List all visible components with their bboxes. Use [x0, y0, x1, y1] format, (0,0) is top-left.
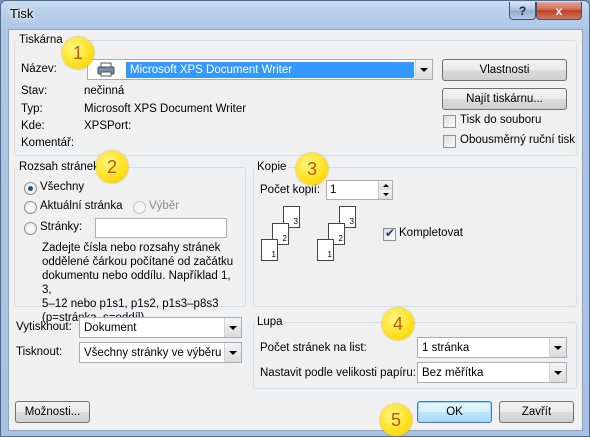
copies-count-spinner[interactable]: 1 [326, 180, 393, 200]
pages-per-sheet-select[interactable]: 1 stránka [417, 337, 567, 358]
help-button[interactable]: ? [509, 2, 536, 20]
status-value: nečinná [84, 85, 125, 97]
print-to-file-checkbox[interactable] [443, 115, 456, 128]
all-pages-label[interactable]: Všechny [40, 181, 84, 193]
selection-label: Výběr [149, 200, 180, 212]
pages-input[interactable] [95, 218, 227, 238]
window-title: Tisk [10, 6, 34, 21]
dialog-body: Tiskárna Název: Microsoft XPS Document W… [8, 29, 583, 431]
print-label: Tisknout: [16, 346, 63, 358]
printer-name-label: Název: [21, 63, 57, 75]
collate-label[interactable]: Kompletovat [399, 227, 463, 239]
help-line: oddělené čárkou počítané od začátku [42, 256, 234, 268]
radio-current-page[interactable] [24, 201, 37, 214]
print-what-select[interactable]: Dokument [79, 317, 242, 338]
pages-per-sheet-value: 1 stránka [422, 341, 470, 354]
pages-label[interactable]: Stránky: [40, 221, 82, 233]
current-page-label[interactable]: Aktuální stránka [40, 200, 122, 212]
print-select[interactable]: Všechny stránky ve výběru [79, 342, 242, 363]
copies-count-label: Počet kopií: [260, 184, 321, 196]
chevron-down-icon[interactable] [549, 338, 566, 357]
print-what-label: Vytisknout: [16, 321, 72, 333]
pages-per-sheet-label: Počet stránek na list: [260, 342, 367, 354]
chevron-down-icon[interactable] [415, 60, 432, 79]
chevron-down-icon[interactable] [224, 318, 241, 337]
copies-count-value: 1 [330, 184, 337, 196]
where-label: Kde: [21, 120, 45, 132]
zoom-title: Lupa [255, 316, 285, 328]
options-button[interactable]: Možnosti... [15, 401, 90, 423]
page-icon: 1 [261, 239, 278, 261]
callout-badge: 4 [382, 308, 414, 340]
scale-to-paper-select[interactable]: Bez měřítka [417, 362, 567, 383]
chevron-down-icon[interactable] [224, 343, 241, 362]
scale-to-paper-label: Nastavit podle velikosti papíru: [260, 367, 416, 379]
status-label: Stav: [21, 85, 48, 97]
radio-selection [133, 201, 146, 214]
page-icon: 1 [317, 239, 334, 261]
callout-badge: 1 [62, 37, 94, 69]
title-bar[interactable]: Tisk ? x [1, 1, 589, 29]
duplex-label[interactable]: Obousměrný ruční tisk [460, 134, 575, 146]
callout-badge: 2 [96, 151, 128, 183]
help-line: 5–12 nebo p1s1, p1s2, p1s3–p8s3 [42, 298, 219, 310]
print-what-value: Dokument [84, 321, 137, 334]
callout-badge: 3 [296, 153, 328, 185]
close-button[interactable]: Zavřít [499, 401, 574, 423]
type-value: Microsoft XPS Document Writer [84, 103, 247, 115]
find-printer-button[interactable]: Najít tiskárnu... [442, 88, 567, 110]
properties-button[interactable]: Vlastnosti [442, 59, 567, 81]
help-line: Zadejte čísla nebo rozsahy stránek [42, 242, 221, 254]
copies-title: Kopie [255, 161, 289, 173]
ok-button[interactable]: OK [417, 401, 492, 423]
print-dialog-window: Tisk ? x Tiskárna Název: Microsoft XPS D… [0, 0, 590, 437]
page-range-help: Zadejte čísla nebo rozsahy stránek odděl… [42, 241, 242, 325]
chevron-down-icon[interactable] [549, 363, 566, 382]
collated-pages-illustration: 3 2 1 [317, 206, 367, 268]
close-window-button[interactable]: x [536, 2, 582, 20]
help-line: dokumentu nebo oddílu. Například 1, 3, [42, 270, 231, 296]
duplex-checkbox[interactable] [443, 135, 456, 148]
printer-icon [97, 62, 115, 77]
collated-pages-illustration: 3 2 1 [261, 206, 311, 268]
radio-all-pages[interactable] [24, 182, 37, 195]
printer-group-title: Tiskárna [17, 34, 65, 46]
type-label: Typ: [21, 103, 43, 115]
radio-pages[interactable] [24, 222, 37, 235]
spin-down-icon[interactable] [378, 190, 392, 199]
collate-checkbox[interactable] [383, 226, 396, 241]
where-value: XPSPort: [84, 120, 132, 132]
printer-name-select[interactable]: Microsoft XPS Document Writer [87, 59, 433, 80]
print-value: Všechny stránky ve výběru [84, 346, 222, 359]
scale-to-paper-value: Bez měřítka [422, 366, 484, 379]
page-range-title: Rozsah stránek [17, 161, 101, 173]
comment-label: Komentář: [21, 137, 75, 149]
printer-name-value: Microsoft XPS Document Writer [126, 62, 414, 78]
spin-up-icon[interactable] [378, 181, 392, 190]
callout-badge: 5 [380, 404, 412, 436]
print-to-file-label[interactable]: Tisk do souboru [460, 114, 541, 126]
